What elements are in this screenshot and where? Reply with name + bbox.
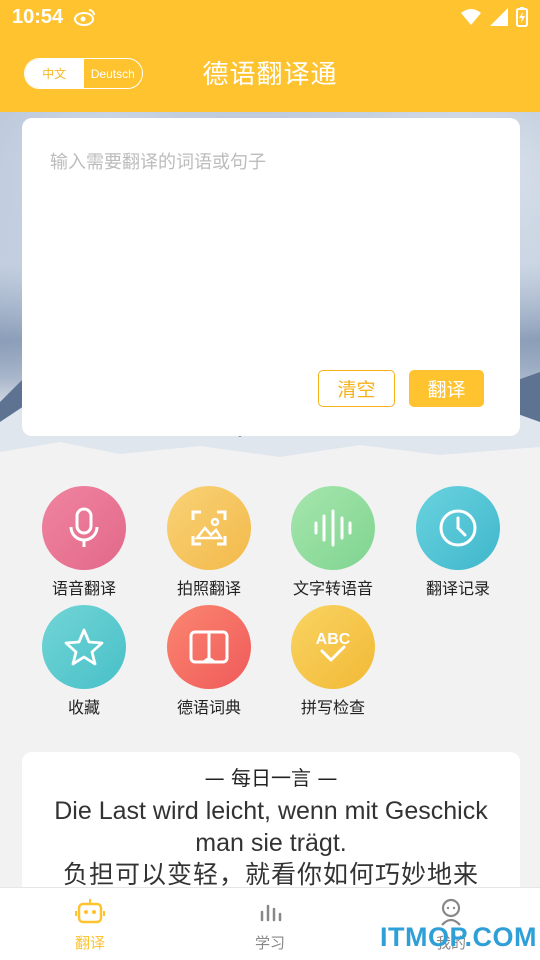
battery-icon	[516, 7, 528, 31]
daily-quote-card: — 每日一言 — Die Last wird leicht, wenn mit …	[22, 752, 520, 902]
tab-study[interactable]: 学习	[230, 898, 310, 953]
feature-label: 拍照翻译	[176, 579, 241, 598]
daily-quote-heading: — 每日一言 —	[204, 766, 338, 790]
daily-quote-german: Die Last wird leicht, wenn mit Geschick …	[54, 797, 488, 857]
feature-spell-check[interactable]: ABC 拼写检查	[278, 605, 388, 718]
abc-check-icon: ABC	[291, 605, 375, 689]
page-title: 德语翻译通	[202, 60, 338, 90]
robot-icon	[75, 899, 105, 930]
feature-dictionary[interactable]: 德语词典	[154, 605, 264, 718]
status-time: 10:54	[12, 6, 64, 28]
watermark: ITMOP.COM	[380, 922, 538, 952]
feature-text-to-speech[interactable]: 文字转语音	[278, 486, 388, 599]
feature-label: 文字转语音	[292, 579, 373, 598]
weibo-icon	[74, 8, 96, 30]
tab-label: 翻译	[74, 934, 105, 952]
feature-favorites[interactable]: 收藏	[29, 605, 139, 718]
feature-label: 语音翻译	[51, 579, 116, 598]
feature-voice-translate[interactable]: 语音翻译	[29, 486, 139, 599]
translation-input[interactable]: 输入需要翻译的词语或句子	[50, 148, 266, 174]
clear-button[interactable]: 清空	[318, 370, 395, 407]
app-header: 中文 Deutsch 德语翻译通	[0, 36, 540, 112]
clock-icon	[416, 486, 500, 570]
system-icons	[460, 7, 528, 31]
sound-wave-icon	[291, 486, 375, 570]
wifi-icon	[460, 8, 482, 30]
microphone-icon	[42, 486, 126, 570]
signal-icon	[490, 8, 508, 30]
svg-text:ABC: ABC	[316, 631, 351, 648]
bar-chart-icon	[255, 904, 285, 930]
star-icon	[42, 605, 126, 689]
photo-scan-icon	[167, 486, 251, 570]
book-icon	[167, 605, 251, 689]
feature-history[interactable]: 翻译记录	[403, 486, 513, 599]
status-bar: 10:54	[0, 0, 540, 36]
tab-translate[interactable]: 翻译	[50, 898, 130, 953]
feature-label: 拼写检查	[300, 698, 365, 717]
feature-label: 德语词典	[176, 698, 241, 717]
tab-label: 学习	[254, 934, 285, 952]
feature-photo-translate[interactable]: 拍照翻译	[154, 486, 264, 599]
translation-input-card: 输入需要翻译的词语或句子 清空 翻译	[22, 118, 520, 436]
translate-button[interactable]: 翻译	[409, 370, 484, 407]
feature-label: 收藏	[67, 698, 100, 717]
feature-label: 翻译记录	[425, 579, 490, 598]
